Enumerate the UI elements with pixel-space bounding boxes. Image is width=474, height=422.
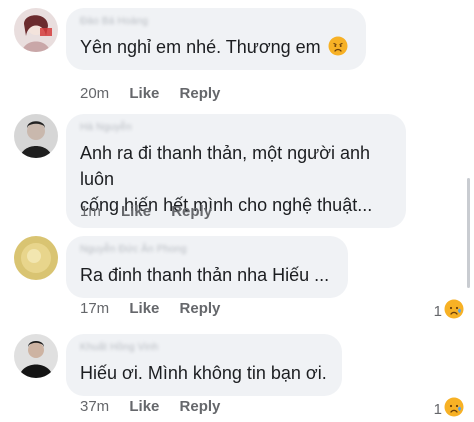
reaction-summary[interactable]: 1 — [434, 299, 464, 323]
comment-author[interactable]: Khuất Hồng Vinh — [80, 342, 328, 354]
comment-bubble: Khuất Hồng Vinh Hiếu ơi. Mình không tin … — [66, 334, 342, 396]
scrollbar[interactable] — [467, 178, 470, 288]
sad-face-icon — [328, 36, 348, 56]
comment-time[interactable]: 37m — [80, 398, 109, 415]
comment-text: Hiếu ơi. Mình không tin bạn ơi. — [80, 363, 327, 383]
comment-text: Yên nghỉ em nhé. Thương em — [80, 34, 352, 60]
comment-time[interactable]: 20m — [80, 85, 109, 102]
avatar[interactable] — [14, 334, 58, 378]
comment-text-content: Yên nghỉ em nhé. Thương em — [80, 37, 321, 57]
avatar[interactable] — [14, 114, 58, 158]
comment-bubble: Nguyễn Đức Ân Phong Ra đinh thanh thản n… — [66, 236, 348, 298]
reaction-summary[interactable]: 1 — [434, 397, 464, 421]
reply-button[interactable]: Reply — [180, 300, 221, 317]
like-button[interactable]: Like — [121, 203, 151, 220]
comment-actions: 1m Like Reply — [80, 203, 228, 220]
reply-button[interactable]: Reply — [171, 203, 212, 220]
comment-time[interactable]: 17m — [80, 300, 109, 317]
reply-button[interactable]: Reply — [180, 398, 221, 415]
comment-actions: 20m Like Reply — [80, 85, 236, 102]
comment-text: Ra đinh thanh thản nha Hiếu ... — [80, 265, 330, 285]
comment-feed: Đào Bá Hoàng Yên nghỉ em nhé. Thương em … — [0, 0, 474, 422]
comment-actions: 37m Like Reply — [80, 398, 236, 415]
avatar[interactable] — [14, 8, 58, 52]
comment-author[interactable]: Đào Bá Hoàng — [80, 16, 352, 28]
sad-reaction-icon — [442, 397, 464, 421]
reply-button[interactable]: Reply — [180, 85, 221, 102]
comment-actions: 17m Like Reply — [80, 300, 236, 317]
like-button[interactable]: Like — [129, 85, 159, 102]
reaction-count: 1 — [433, 302, 442, 320]
comment-bubble: Đào Bá Hoàng Yên nghỉ em nhé. Thương em — [66, 8, 366, 70]
reaction-count: 1 — [433, 400, 442, 418]
comment-author[interactable]: Hà Nguyễn — [80, 122, 392, 134]
comment-time[interactable]: 1m — [80, 203, 101, 220]
like-button[interactable]: Like — [129, 300, 159, 317]
avatar[interactable] — [14, 236, 58, 280]
comment-author[interactable]: Nguyễn Đức Ân Phong — [80, 244, 334, 256]
sad-reaction-icon — [442, 299, 464, 323]
like-button[interactable]: Like — [129, 398, 159, 415]
